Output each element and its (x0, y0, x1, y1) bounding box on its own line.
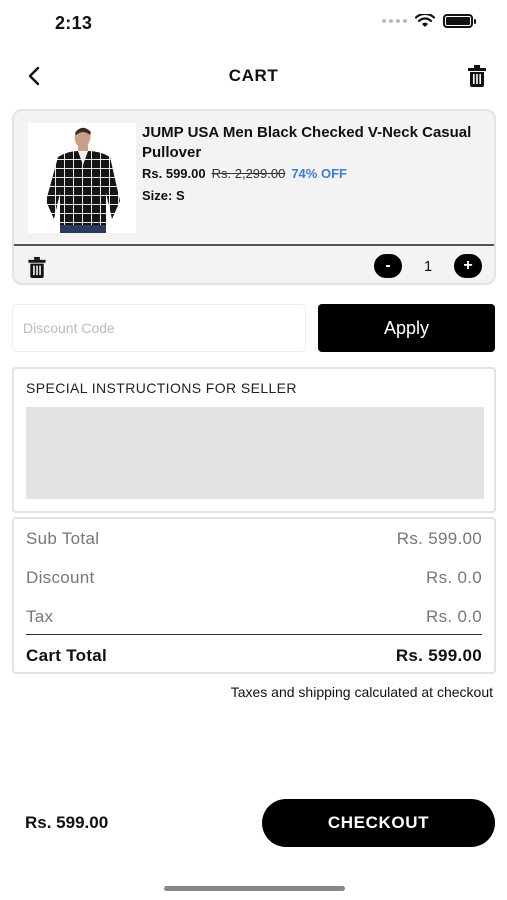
product-info: JUMP USA Men Black Checked V-Neck Casual… (142, 123, 484, 203)
subtotal-label: Sub Total (26, 529, 100, 548)
totals-divider (26, 634, 482, 635)
price-row: Rs. 599.00 Rs. 2,299.00 74% OFF (142, 166, 484, 181)
trash-icon (28, 257, 46, 278)
status-bar: 2:13 (0, 0, 507, 48)
home-indicator[interactable] (164, 886, 345, 891)
subtotal-row: Sub Total Rs. 599.00 (26, 529, 482, 549)
taxes-note: Taxes and shipping calculated at checkou… (230, 684, 493, 700)
battery-icon (443, 14, 476, 28)
tax-label: Tax (26, 607, 54, 626)
apply-button[interactable]: Apply (318, 304, 495, 352)
product-size: Size: S (142, 188, 185, 203)
discount-code-input[interactable] (12, 304, 306, 352)
order-summary-card: Sub Total Rs. 599.00 Discount Rs. 0.0 Ta… (12, 517, 496, 674)
discount-row: Discount Rs. 0.0 (26, 568, 482, 588)
quantity-value: 1 (423, 257, 433, 275)
tax-row: Tax Rs. 0.0 (26, 607, 482, 627)
product-image[interactable] (28, 123, 136, 233)
footer-total: Rs. 599.00 (25, 813, 109, 832)
clear-cart-button[interactable] (463, 62, 491, 90)
card-divider (14, 244, 494, 246)
product-name[interactable]: JUMP USA Men Black Checked V-Neck Casual… (142, 123, 484, 163)
checkout-button[interactable]: CHECKOUT (262, 799, 495, 847)
nav-bar: CART (0, 56, 507, 96)
remove-item-button[interactable] (28, 257, 48, 279)
discount-label: Discount (26, 568, 95, 587)
status-icons (382, 14, 476, 28)
page-title: CART (228, 66, 279, 85)
status-time: 2:13 (55, 13, 93, 33)
increase-quantity-button[interactable]: + (454, 254, 482, 278)
discount-value: Rs. 0.0 (426, 568, 482, 587)
pullover-image (28, 123, 136, 233)
product-price: Rs. 599.00 (142, 166, 206, 181)
product-discount: 74% OFF (291, 166, 347, 181)
cart-total-value: Rs. 599.00 (395, 646, 482, 665)
product-original-price: Rs. 2,299.00 (211, 166, 286, 181)
special-instructions-input[interactable] (26, 407, 484, 499)
cart-total-label: Cart Total (26, 646, 108, 665)
special-instructions-card: SPECIAL INSTRUCTIONS FOR SELLER (12, 367, 496, 513)
cart-item-card: JUMP USA Men Black Checked V-Neck Casual… (12, 109, 496, 285)
subtotal-value: Rs. 599.00 (396, 529, 482, 548)
tax-value: Rs. 0.0 (426, 607, 482, 626)
decrease-quantity-button[interactable]: - (374, 254, 402, 278)
trash-icon (468, 65, 486, 87)
cart-total-row: Cart Total Rs. 599.00 (26, 646, 482, 666)
quantity-stepper: - 1 + (374, 254, 482, 278)
special-instructions-label: SPECIAL INSTRUCTIONS FOR SELLER (26, 380, 297, 396)
signal-icon (382, 19, 407, 23)
wifi-icon (415, 14, 435, 27)
